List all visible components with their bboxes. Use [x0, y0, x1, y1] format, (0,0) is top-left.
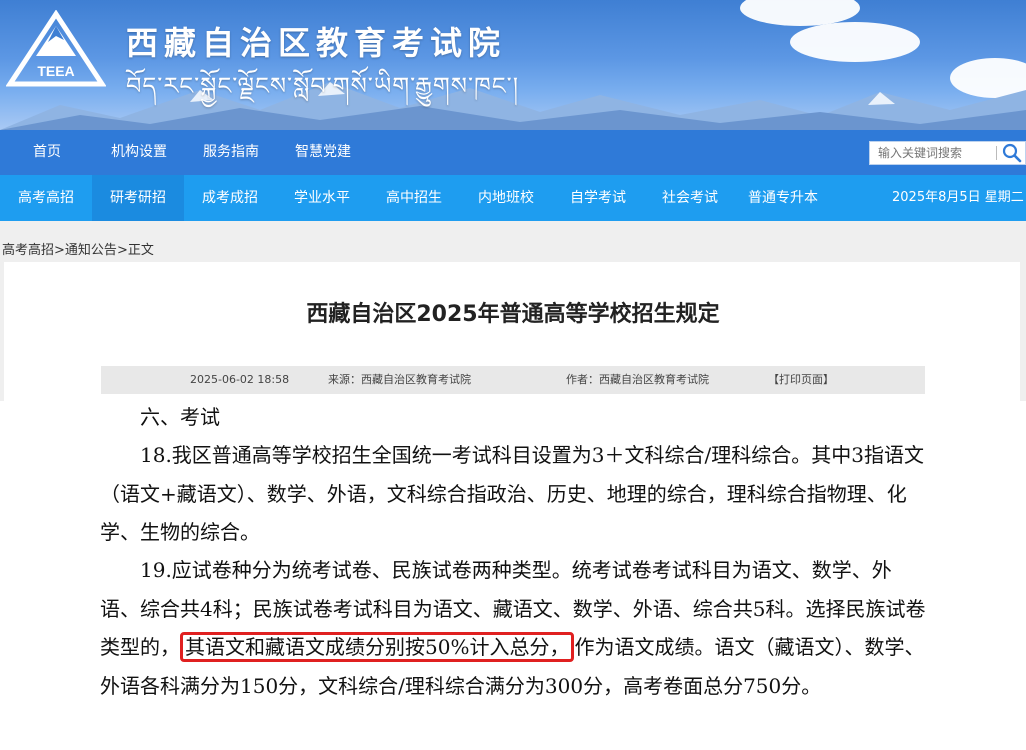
header-banner: TEEA 西藏自治区教育考试院 བོད་རང་སྐྱོང་ལྗོངས་སློབ་…: [0, 0, 1026, 130]
subnav-item-gaokao[interactable]: 高考高招: [0, 175, 92, 221]
breadcrumb: 高考高招>通知公告>正文: [2, 239, 154, 258]
breadcrumb-link-notices[interactable]: 通知公告: [65, 243, 117, 258]
publish-date: 2025-06-02 18:58: [190, 373, 290, 386]
search-input[interactable]: [870, 142, 998, 164]
site-title: 西藏自治区教育考试院: [126, 24, 507, 62]
svg-text:TEEA: TEEA: [37, 63, 74, 79]
nav-item-home[interactable]: 首页: [33, 130, 61, 175]
paragraph-19: 19.应试卷种分为统考试卷、民族试卷两种类型。统考试卷考试科目为语文、数学、外语…: [100, 551, 930, 705]
cloud-graphic: [790, 22, 920, 62]
highlighted-sentence: 其语文和藏语文成绩分别按50%计入总分，: [180, 632, 575, 662]
article-source: 来源：西藏自治区教育考试院: [328, 373, 471, 386]
article-meta-bar: 2025-06-02 18:58 来源：西藏自治区教育考试院 作者：西藏自治区教…: [101, 366, 925, 394]
subnav-item-self-study[interactable]: 自学考试: [552, 175, 644, 221]
search-box: [869, 141, 1026, 165]
paragraph-18: 18.我区普通高等学校招生全国统一考试科目设置为3＋文科综合/理科综合。其中3指…: [100, 443, 924, 544]
subnav-item-upgrade[interactable]: 普通专升本: [736, 175, 830, 221]
breadcrumb-current: 正文: [127, 243, 154, 258]
sub-nav: 高考高招 研考研招 成考成招 学业水平 高中招生 内地班校 自学考试 社会考试 …: [0, 175, 1026, 221]
subnav-item-academic-level[interactable]: 学业水平: [276, 175, 368, 221]
site-subtitle: བོད་རང་སྐྱོང་ལྗོངས་སློབ་གསོ་ཡིག་རྒྱུགས་ཁ…: [126, 72, 520, 100]
current-date: 2025年8月5日 星期二: [892, 190, 1024, 205]
subnav-item-high-school[interactable]: 高中招生: [368, 175, 460, 221]
article-body: 六、考试 18.我区普通高等学校招生全国统一考试科目设置为3＋文科综合/理科综合…: [0, 404, 1026, 750]
article-title: 西藏自治区2025年普通高等学校招生规定: [306, 302, 720, 327]
nav-item-service-guide[interactable]: 服务指南: [203, 130, 259, 175]
breadcrumb-separator: >: [116, 243, 128, 258]
article-author: 作者：西藏自治区教育考试院: [566, 373, 709, 386]
search-divider: [996, 146, 997, 160]
subnav-item-inland-class[interactable]: 内地班校: [460, 175, 552, 221]
print-page-link[interactable]: 【打印页面】: [768, 366, 834, 394]
nav-item-party-building[interactable]: 智慧党建: [295, 130, 351, 175]
breadcrumb-link-gaokao[interactable]: 高考高招: [2, 243, 54, 258]
section-heading: 六、考试: [140, 405, 220, 429]
subnav-item-adult-exam[interactable]: 成考成招: [184, 175, 276, 221]
subnav-item-graduate[interactable]: 研考研招: [92, 175, 184, 221]
search-icon[interactable]: [1002, 143, 1022, 163]
nav-item-organization[interactable]: 机构设置: [111, 130, 167, 175]
breadcrumb-separator: >: [54, 243, 65, 258]
teea-logo: TEEA: [6, 10, 106, 87]
subnav-item-social-exam[interactable]: 社会考试: [644, 175, 736, 221]
